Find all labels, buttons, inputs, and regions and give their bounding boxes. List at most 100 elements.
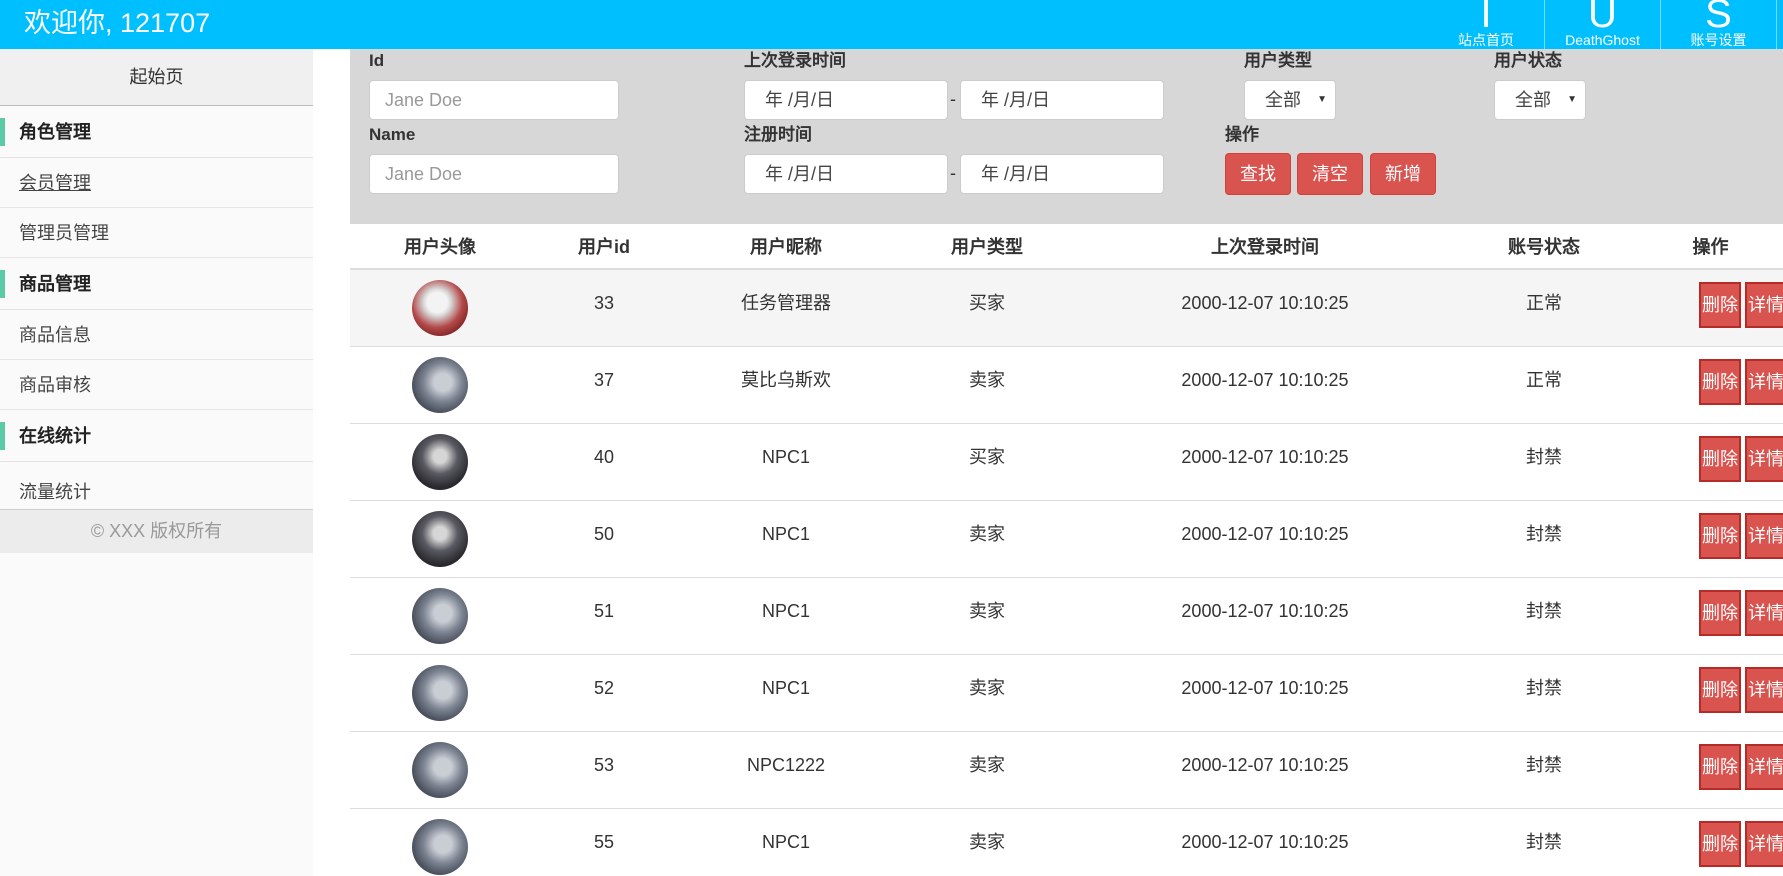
cell-id: 53 (593, 755, 615, 775)
avatar (412, 588, 468, 644)
sidebar-item-traffic[interactable]: 流量统计 (0, 462, 313, 510)
top-header: 欢迎你, 121707 I 站点首页 U DeathGhost S 账号设置 (0, 0, 1783, 49)
user-status-label: 用户状态 (1494, 51, 1562, 70)
cell-status: 正常 (1526, 293, 1562, 313)
add-button[interactable]: 新增 (1370, 153, 1436, 195)
user-type-value: 全部 (1265, 90, 1301, 110)
topnav-label: 站点首页 (1458, 32, 1514, 48)
detail-button[interactable]: 详情 (1745, 359, 1783, 405)
cell-id: 37 (593, 370, 615, 390)
sidebar-item-members[interactable]: 会员管理 (0, 158, 313, 208)
cell-nickname: 任务管理器 (741, 293, 831, 313)
delete-button[interactable]: 删除 (1699, 282, 1741, 328)
cell-type: 卖家 (969, 601, 1005, 621)
user-icon: U (1588, 0, 1617, 36)
delete-button[interactable]: 删除 (1699, 513, 1741, 559)
copyright: © XXX 版权所有 (0, 510, 313, 553)
user-type-select[interactable]: 全部 ▼ (1244, 80, 1336, 120)
topnav-user[interactable]: U DeathGhost (1544, 0, 1660, 49)
last-login-end-date[interactable]: 年 /月/日 (960, 80, 1164, 120)
search-button[interactable]: 查找 (1225, 153, 1291, 195)
cell-id: 40 (593, 447, 615, 467)
register-end-date[interactable]: 年 /月/日 (960, 154, 1164, 194)
table-row: 37 莫比乌斯欢 卖家 2000-12-07 10:10:25 正常 删除 详情 (350, 347, 1783, 424)
dropdown-arrow-icon: ▼ (1317, 94, 1327, 105)
table-row: 55 NPC1 卖家 2000-12-07 10:10:25 封禁 删除 详情 (350, 809, 1783, 876)
detail-button[interactable]: 详情 (1745, 667, 1783, 713)
cell-id: 52 (593, 678, 615, 698)
cell-last-login: 2000-12-07 10:10:25 (1181, 678, 1349, 698)
avatar (412, 742, 468, 798)
cell-last-login: 2000-12-07 10:10:25 (1181, 601, 1349, 621)
cell-last-login: 2000-12-07 10:10:25 (1181, 832, 1349, 852)
cell-status: 封禁 (1526, 524, 1562, 544)
cell-last-login: 2000-12-07 10:10:25 (1181, 370, 1349, 390)
topnav-more[interactable] (1776, 0, 1783, 49)
table-row: 52 NPC1 卖家 2000-12-07 10:10:25 封禁 删除 详情 (350, 655, 1783, 732)
clear-button[interactable]: 清空 (1297, 153, 1363, 195)
delete-button[interactable]: 删除 (1699, 667, 1741, 713)
sidebar-item-goods-review[interactable]: 商品审核 (0, 360, 313, 410)
sidebar-group-role[interactable]: 角色管理 (0, 106, 313, 158)
register-start-date[interactable]: 年 /月/日 (744, 154, 948, 194)
user-table: 用户头像 用户id 用户昵称 用户类型 上次登录时间 账号状态 操作 33 任务… (350, 224, 1783, 876)
table-row: 33 任务管理器 买家 2000-12-07 10:10:25 正常 删除 详情 (350, 270, 1783, 347)
avatar (412, 280, 468, 336)
topnav-label: DeathGhost (1565, 32, 1640, 48)
sidebar-item-label: 流量统计 (19, 482, 91, 502)
id-label: Id (369, 51, 385, 70)
avatar (412, 511, 468, 567)
col-actions: 操作 (1692, 237, 1729, 257)
cell-status: 封禁 (1526, 601, 1562, 621)
detail-button[interactable]: 详情 (1745, 282, 1783, 328)
sidebar-item-label: 商品信息 (19, 325, 91, 345)
delete-button[interactable]: 删除 (1699, 436, 1741, 482)
table-row: 53 NPC1222 卖家 2000-12-07 10:10:25 封禁 删除 … (350, 732, 1783, 809)
sidebar-item-admins[interactable]: 管理员管理 (0, 208, 313, 258)
detail-button[interactable]: 详情 (1745, 436, 1783, 482)
cell-status: 封禁 (1526, 832, 1562, 852)
avatar (412, 357, 468, 413)
table-row: 40 NPC1 买家 2000-12-07 10:10:25 封禁 删除 详情 (350, 424, 1783, 501)
delete-button[interactable]: 删除 (1699, 821, 1741, 867)
detail-button[interactable]: 详情 (1745, 590, 1783, 636)
cell-type: 卖家 (969, 755, 1005, 775)
avatar (412, 665, 468, 721)
table-row: 50 NPC1 卖家 2000-12-07 10:10:25 封禁 删除 详情 (350, 501, 1783, 578)
cell-nickname: NPC1222 (746, 755, 826, 775)
sidebar-item-label: 商品审核 (19, 375, 91, 395)
filter-panel: Id Name 上次登录时间 年 /月/日 - 年 /月/日 注册时间 年 /月… (350, 49, 1783, 224)
cell-id: 51 (593, 601, 615, 621)
last-login-start-date[interactable]: 年 /月/日 (744, 80, 948, 120)
topnav-account-settings[interactable]: S 账号设置 (1660, 0, 1776, 49)
name-input[interactable] (369, 154, 619, 194)
sidebar-start-page[interactable]: 起始页 (0, 49, 313, 106)
topnav-site-home[interactable]: I 站点首页 (1428, 0, 1544, 49)
sidebar-item-goods-info[interactable]: 商品信息 (0, 310, 313, 360)
sidebar-item-label: 管理员管理 (19, 223, 109, 243)
settings-icon: S (1705, 0, 1732, 36)
delete-button[interactable]: 删除 (1699, 744, 1741, 790)
cell-type: 买家 (969, 447, 1005, 467)
delete-button[interactable]: 删除 (1699, 359, 1741, 405)
cell-nickname: NPC1 (761, 832, 810, 852)
cell-type: 卖家 (969, 524, 1005, 544)
user-status-select[interactable]: 全部 ▼ (1494, 80, 1586, 120)
detail-button[interactable]: 详情 (1745, 513, 1783, 559)
id-input[interactable] (369, 80, 619, 120)
delete-button[interactable]: 删除 (1699, 590, 1741, 636)
col-type: 用户类型 (951, 237, 1023, 257)
col-last-login: 上次登录时间 (1211, 237, 1319, 257)
detail-button[interactable]: 详情 (1745, 821, 1783, 867)
col-status: 账号状态 (1508, 237, 1580, 257)
table-header: 用户头像 用户id 用户昵称 用户类型 上次登录时间 账号状态 操作 (350, 224, 1783, 270)
sidebar-group-stats[interactable]: 在线统计 (0, 410, 313, 462)
cell-status: 封禁 (1526, 447, 1562, 467)
cell-id: 33 (593, 293, 615, 313)
cell-status: 正常 (1526, 370, 1562, 390)
table-row: 51 NPC1 卖家 2000-12-07 10:10:25 封禁 删除 详情 (350, 578, 1783, 655)
register-time-label: 注册时间 (744, 125, 812, 144)
sidebar-group-goods[interactable]: 商品管理 (0, 258, 313, 310)
detail-button[interactable]: 详情 (1745, 744, 1783, 790)
sidebar: 起始页 角色管理 会员管理 管理员管理 商品管理 商品信息 商品审核 在线统计 … (0, 49, 313, 876)
